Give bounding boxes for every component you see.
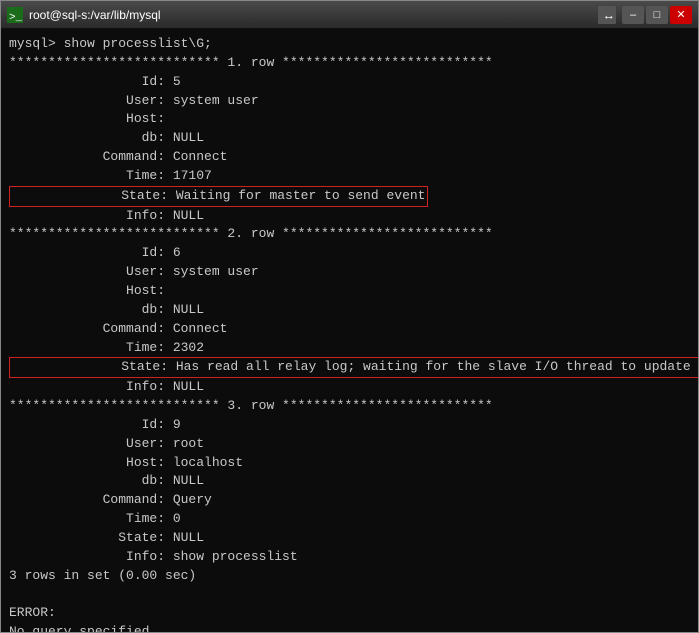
row1-info: Info: NULL [9,207,690,226]
row1-time: Time: 17107 [9,167,690,186]
blank-line-1 [9,585,690,604]
titlebar-left: >_ root@sql-s:/var/lib/mysql [7,7,161,23]
row2-info: Info: NULL [9,378,690,397]
row3-host: Host: localhost [9,454,690,473]
terminal-content[interactable]: mysql> show processlist\G; *************… [1,29,698,632]
row2-separator: *************************** 2. row *****… [9,225,690,244]
row2-time: Time: 2302 [9,339,690,358]
window-controls: ↔ – □ ✕ [598,6,692,24]
close-button[interactable]: ✕ [670,6,692,24]
terminal-window: >_ root@sql-s:/var/lib/mysql ↔ – □ ✕ mys… [0,0,699,633]
titlebar: >_ root@sql-s:/var/lib/mysql ↔ – □ ✕ [1,1,698,29]
row2-state: State: Has read all relay log; waiting f… [9,357,690,378]
row3-id: Id: 9 [9,416,690,435]
row3-separator: *************************** 3. row *****… [9,397,690,416]
state1-highlight: State: Waiting for master to send event [9,186,428,207]
state2-highlight: State: Has read all relay log; waiting f… [9,357,698,378]
row3-user: User: root [9,435,690,454]
maximize-button[interactable]: □ [646,6,668,24]
resize-icon: ↔ [598,6,616,24]
row3-state: State: NULL [9,529,690,548]
row3-command: Command: Query [9,491,690,510]
row1-separator: *************************** 1. row *****… [9,54,690,73]
row3-db: db: NULL [9,472,690,491]
svg-text:>_: >_ [9,12,23,23]
row1-host: Host: [9,110,690,129]
error-label: ERROR: [9,604,690,623]
window-title: root@sql-s:/var/lib/mysql [29,8,161,22]
row1-state: State: Waiting for master to send event [9,186,690,207]
row2-db: db: NULL [9,301,690,320]
row-count: 3 rows in set (0.00 sec) [9,567,690,586]
command-line: mysql> show processlist\G; [9,35,690,54]
minimize-button[interactable]: – [622,6,644,24]
row3-time: Time: 0 [9,510,690,529]
row1-id: Id: 5 [9,73,690,92]
row2-id: Id: 6 [9,244,690,263]
error-message: No query specified [9,623,690,632]
row1-user: User: system user [9,92,690,111]
row1-command: Command: Connect [9,148,690,167]
row2-host: Host: [9,282,690,301]
row3-info: Info: show processlist [9,548,690,567]
row2-user: User: system user [9,263,690,282]
svg-text:↔: ↔ [603,8,616,22]
row2-command: Command: Connect [9,320,690,339]
terminal-icon: >_ [7,7,23,23]
row1-db: db: NULL [9,129,690,148]
